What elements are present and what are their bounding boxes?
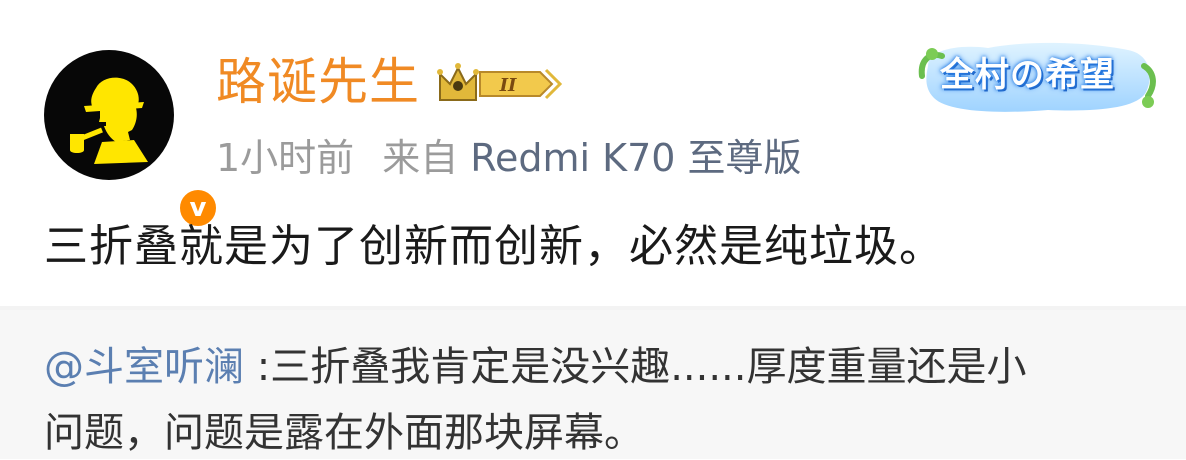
repost-line-1: @斗室听澜 :三折叠我肯定是没兴趣......厚度重量还是小 (44, 340, 1026, 394)
banner-text: 全村の希望 (940, 55, 1115, 95)
repost-quote[interactable]: @斗室听澜 :三折叠我肯定是没兴趣......厚度重量还是小 问题，问题是露在外… (0, 310, 1186, 459)
crown-member-icon[interactable]: II (436, 60, 572, 108)
source-prefix: 来自 (382, 136, 459, 180)
weibo-post: v 路诞先生 II 1小时前 来自 Redmi K70 至尊版 全村の希望 三折叠… (0, 0, 1186, 306)
post-meta: 1小时前 来自 Redmi K70 至尊版 (216, 134, 802, 182)
post-body-text: 三折叠就是为了创新而创新，必然是纯垃圾。 (44, 221, 944, 272)
repost-line-2: 问题，问题是露在外面那块屏幕。 (44, 410, 644, 456)
post-time: 1小时前 (216, 136, 355, 180)
sherlock-silhouette-icon (70, 77, 148, 164)
source-device[interactable]: Redmi K70 至尊版 (470, 136, 801, 180)
repost-text-1: :三折叠我肯定是没兴趣......厚度重量还是小 (244, 344, 1027, 390)
repost-mention[interactable]: @斗室听澜 (44, 344, 244, 390)
username[interactable]: 路诞先生 (216, 52, 420, 112)
user-avatar[interactable]: v (44, 50, 220, 230)
member-level: II (499, 75, 517, 96)
